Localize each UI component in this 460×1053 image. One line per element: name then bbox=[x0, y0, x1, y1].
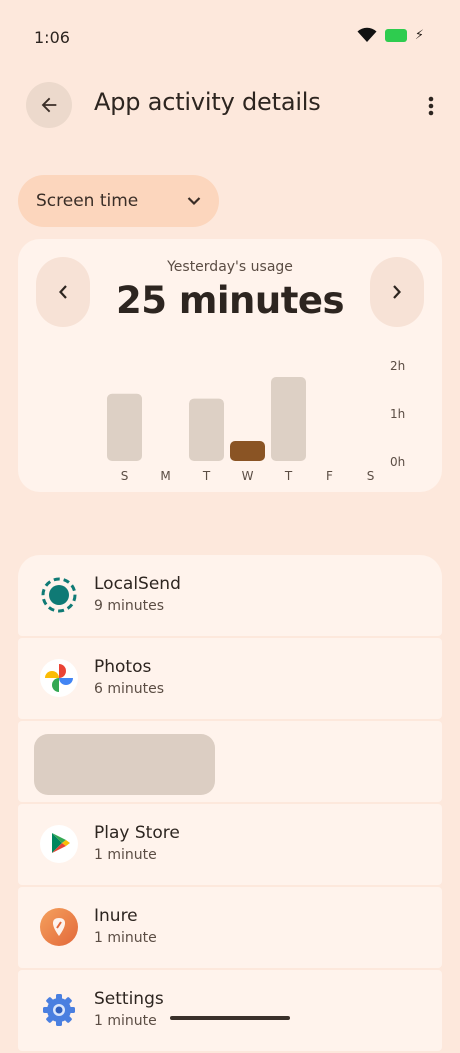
play-store-icon bbox=[40, 825, 78, 863]
more-options-button[interactable] bbox=[418, 90, 444, 122]
status-icons: ⚡ bbox=[357, 27, 424, 43]
usage-bar-chart: S M T W T F S 0h 1h 2h bbox=[107, 359, 405, 483]
app-row-settings[interactable]: Settings 1 minute bbox=[18, 970, 442, 1051]
app-row-play-store[interactable]: Play Store 1 minute bbox=[18, 804, 442, 885]
dropdown-label: Screen time bbox=[36, 191, 139, 211]
battery-icon bbox=[384, 28, 407, 42]
chart-bar-4[interactable] bbox=[271, 377, 306, 461]
app-usage-time: 9 minutes bbox=[94, 598, 165, 614]
screen-time-dropdown[interactable]: Screen time bbox=[18, 175, 219, 227]
chart-bar-3[interactable] bbox=[230, 441, 265, 461]
photos-icon bbox=[40, 659, 78, 697]
chart-day-label: T bbox=[284, 469, 293, 483]
app-usage-time: 6 minutes bbox=[94, 681, 165, 697]
app-row-redacted[interactable] bbox=[18, 721, 442, 802]
chart-day-label: W bbox=[242, 469, 254, 483]
chart-day-label: S bbox=[121, 469, 129, 483]
app-name: Inure bbox=[94, 906, 138, 926]
chart-y-tick: 1h bbox=[390, 407, 405, 421]
home-indicator[interactable] bbox=[170, 1016, 290, 1020]
chart-y-tick: 2h bbox=[390, 359, 405, 373]
chart-day-label: S bbox=[367, 469, 375, 483]
back-button[interactable] bbox=[26, 82, 72, 128]
settings-icon bbox=[40, 991, 78, 1029]
status-time: 1:06 bbox=[34, 28, 70, 47]
usage-card: Yesterday's usage 25 minutes S M T W T F S 0h 1h… bbox=[18, 239, 442, 492]
app-name: Settings bbox=[94, 989, 164, 1009]
app-name: Play Store bbox=[94, 823, 180, 843]
localsend-icon bbox=[40, 576, 78, 614]
app-row-localsend[interactable]: LocalSend 9 minutes bbox=[18, 555, 442, 636]
charging-icon: ⚡ bbox=[414, 27, 424, 43]
app-usage-time: 1 minute bbox=[94, 930, 157, 946]
more-vert-icon bbox=[428, 96, 434, 116]
chart-day-label: T bbox=[202, 469, 211, 483]
app-list: LocalSend 9 minutes Photos 6 minutes Pla… bbox=[18, 555, 442, 1053]
redacted-placeholder bbox=[34, 734, 215, 795]
chart-day-label: F bbox=[326, 469, 333, 483]
chevron-down-icon bbox=[187, 197, 201, 206]
wifi-icon bbox=[357, 27, 377, 42]
chart-day-label: M bbox=[160, 469, 170, 483]
chart-bar-0[interactable] bbox=[107, 393, 142, 461]
app-row-inure[interactable]: Inure 1 minute bbox=[18, 887, 442, 968]
chart-y-tick: 0h bbox=[390, 455, 405, 469]
inure-icon bbox=[40, 908, 78, 946]
app-usage-time: 1 minute bbox=[94, 847, 157, 863]
app-usage-time: 1 minute bbox=[94, 1013, 157, 1029]
status-bar: 1:06 ⚡ bbox=[0, 0, 460, 76]
arrow-back-icon bbox=[41, 97, 57, 113]
app-name: LocalSend bbox=[94, 574, 181, 594]
app-name: Photos bbox=[94, 657, 152, 677]
page-title: App activity details bbox=[94, 88, 321, 116]
chart-bar-2[interactable] bbox=[189, 398, 224, 461]
app-row-photos[interactable]: Photos 6 minutes bbox=[18, 638, 442, 719]
